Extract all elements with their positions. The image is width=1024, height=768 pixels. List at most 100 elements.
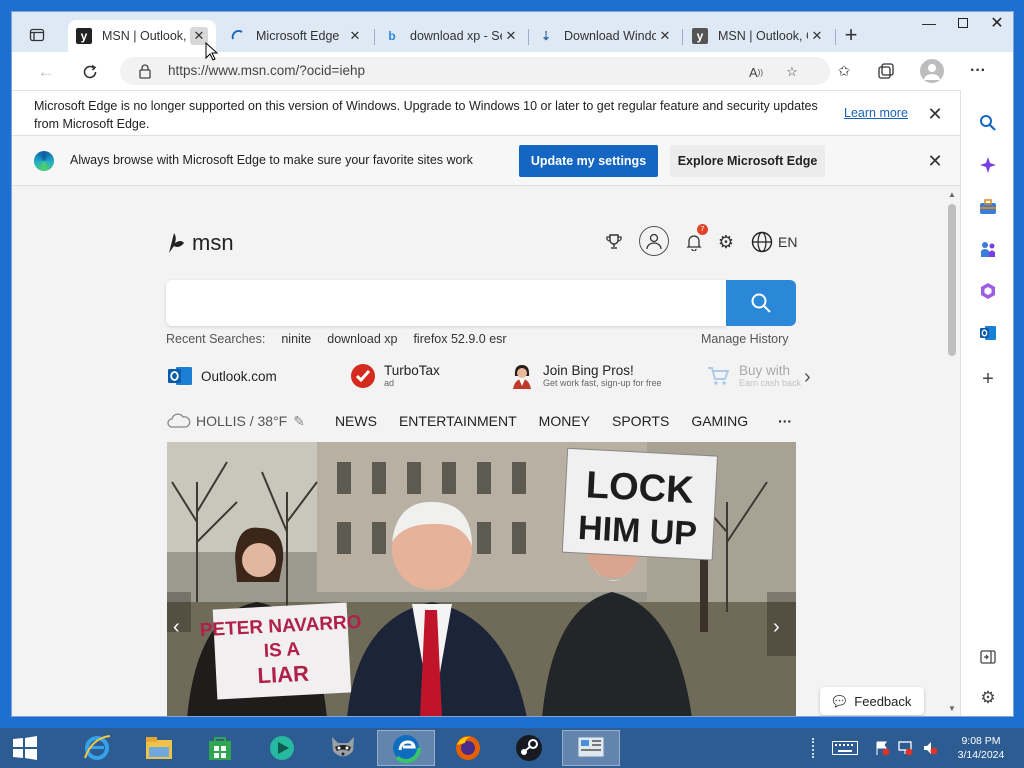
tab-bing-search[interactable]: b download xp - Search ✕ <box>376 20 528 52</box>
sidebar-games-icon[interactable] <box>977 238 999 260</box>
recent-search-item[interactable]: ninite <box>281 332 311 346</box>
taskbar-internet-explorer[interactable] <box>68 730 126 766</box>
sign-left-line3: LIAR <box>257 661 310 689</box>
taskbar-firefox[interactable] <box>439 730 497 766</box>
weather-widget[interactable]: HOLLIS / 38°F ✎ <box>166 413 305 430</box>
tab-msn[interactable]: y MSN | Outlook, Office ✕ <box>684 20 834 52</box>
nav-link-gaming[interactable]: GAMING <box>691 413 748 429</box>
edge-sidebar: + ⚙ <box>960 90 1013 716</box>
nav-link-news[interactable]: NEWS <box>335 413 377 429</box>
taskbar-control-panel[interactable] <box>562 730 620 766</box>
sidebar-outlook-icon[interactable] <box>977 322 999 344</box>
scroll-down-icon[interactable]: ▼ <box>948 704 956 713</box>
taskbar-media-player[interactable] <box>253 730 311 766</box>
sidebar-hide-icon[interactable] <box>977 646 999 668</box>
back-button[interactable]: ← <box>34 60 58 84</box>
sidebar-discover-icon[interactable] <box>977 154 999 176</box>
settings-gear-icon[interactable]: ⚙ <box>716 230 736 254</box>
sign-right-line2: HIM UP <box>577 509 698 553</box>
lock-icon[interactable] <box>138 63 152 79</box>
edit-location-icon[interactable]: ✎ <box>293 413 305 430</box>
quick-link-outlook[interactable]: Outlook.com <box>167 358 277 394</box>
maximize-button[interactable] <box>946 12 980 34</box>
favorites-icon[interactable]: ✩ <box>834 61 854 81</box>
sidebar-add-icon[interactable]: + <box>977 368 999 390</box>
steam-icon <box>516 735 542 761</box>
sidebar-office-icon[interactable] <box>977 280 999 302</box>
language-selector[interactable]: EN <box>751 230 797 254</box>
tab-download-windows[interactable]: ⇣ Download Windows ✕ <box>530 20 682 52</box>
tab-separator <box>682 29 683 45</box>
add-favorite-icon[interactable]: ☆ <box>782 62 802 82</box>
tab-title: MSN | Outlook, Office <box>102 29 190 43</box>
search-button[interactable] <box>726 280 796 326</box>
tab-microsoft-edge[interactable]: Microsoft Edge ✕ <box>222 20 372 52</box>
close-infobar-icon[interactable]: ✕ <box>925 104 945 124</box>
hero-next-icon[interactable]: › <box>773 616 780 639</box>
close-tab-icon[interactable]: ✕ <box>502 27 520 45</box>
feedback-button[interactable]: 💬 Feedback <box>820 687 924 715</box>
collections-icon[interactable] <box>876 61 896 81</box>
nav-link-sports[interactable]: SPORTS <box>612 413 669 429</box>
feedback-icon: 💬 <box>832 695 847 708</box>
manage-history-link[interactable]: Manage History <box>701 332 789 346</box>
nav-link-entertainment[interactable]: ENTERTAINMENT <box>399 413 517 429</box>
hero-news-image[interactable]: PETER NAVARRO IS A LIAR LOCK HIM UP ‹ › <box>167 442 796 716</box>
default-browser-message: Always browse with Microsoft Edge to mak… <box>70 153 473 167</box>
hero-prev-icon[interactable]: ‹ <box>173 616 180 639</box>
msn-search-input[interactable] <box>166 280 726 326</box>
search-icon <box>751 293 771 313</box>
volume-muted-icon[interactable] <box>922 740 938 756</box>
sidebar-settings-icon[interactable]: ⚙ <box>977 687 999 709</box>
profile-avatar-icon[interactable] <box>920 59 944 83</box>
scroll-up-icon[interactable]: ▲ <box>948 190 956 199</box>
taskbar-store[interactable] <box>191 730 249 766</box>
refresh-button[interactable] <box>78 60 102 84</box>
system-clock[interactable]: 9:08 PM 3/14/2024 <box>956 734 1006 762</box>
close-tab-icon[interactable]: ✕ <box>656 27 674 45</box>
recent-search-item[interactable]: download xp <box>327 332 397 346</box>
settings-more-icon[interactable]: ··· <box>968 61 988 81</box>
notification-badge: 7 <box>697 224 708 235</box>
nav-more-icon[interactable]: ··· <box>778 413 792 429</box>
quick-link-buy-with[interactable]: Buy with Earn cash back <box>705 358 801 394</box>
keyboard-icon[interactable] <box>831 740 859 756</box>
close-tab-icon[interactable]: ✕ <box>808 27 826 45</box>
close-infobar-icon[interactable]: ✕ <box>925 151 945 171</box>
explore-edge-button[interactable]: Explore Microsoft Edge <box>670 145 825 177</box>
profile-sign-in-icon[interactable] <box>639 226 669 256</box>
read-aloud-icon[interactable]: A)) <box>746 62 766 82</box>
minimize-button[interactable]: — <box>912 12 946 34</box>
taskbar-raccoon-app[interactable] <box>314 730 372 766</box>
tab-msn-active[interactable]: y MSN | Outlook, Office ✕ <box>68 20 216 52</box>
nav-link-money[interactable]: MONEY <box>539 413 590 429</box>
network-icon[interactable] <box>897 740 913 756</box>
rewards-trophy-icon[interactable] <box>604 230 624 254</box>
learn-more-link[interactable]: Learn more <box>844 106 908 120</box>
start-button[interactable] <box>12 736 38 763</box>
page-scrollbar[interactable]: ▲ ▼ <box>944 186 960 716</box>
taskbar-steam[interactable] <box>500 730 558 766</box>
taskbar-edge[interactable] <box>377 730 435 766</box>
address-bar[interactable]: https://www.msn.com/?ocid=iehp A)) ☆ <box>120 57 830 85</box>
quick-link-turbotax[interactable]: TurboTax ad <box>350 358 440 394</box>
sidebar-search-icon[interactable] <box>977 112 999 134</box>
close-tab-icon[interactable]: ✕ <box>346 27 364 45</box>
sidebar-tools-icon[interactable] <box>977 196 999 218</box>
msn-logo[interactable]: msn <box>166 230 234 256</box>
quick-link-bing-pros[interactable]: Join Bing Pros! Get work fast, sign-up f… <box>509 358 662 394</box>
url-text[interactable]: https://www.msn.com/?ocid=iehp <box>168 63 365 78</box>
update-settings-button[interactable]: Update my settings <box>519 145 658 177</box>
action-center-flag-icon[interactable] <box>874 740 890 756</box>
scrollbar-thumb[interactable] <box>948 204 956 356</box>
quick-links-next-icon[interactable]: › <box>804 366 811 389</box>
recent-search-item[interactable]: firefox 52.9.0 esr <box>413 332 506 346</box>
language-label: EN <box>778 234 798 250</box>
tab-actions-icon[interactable] <box>26 24 48 46</box>
close-window-button[interactable]: ✕ <box>980 12 1013 34</box>
tab-title: Download Windows <box>564 29 656 43</box>
new-tab-button[interactable]: + <box>840 24 862 47</box>
notifications-bell-icon[interactable]: 7 <box>684 224 708 254</box>
download-icon: ⇣ <box>540 29 552 43</box>
taskbar-file-explorer[interactable] <box>130 730 188 766</box>
